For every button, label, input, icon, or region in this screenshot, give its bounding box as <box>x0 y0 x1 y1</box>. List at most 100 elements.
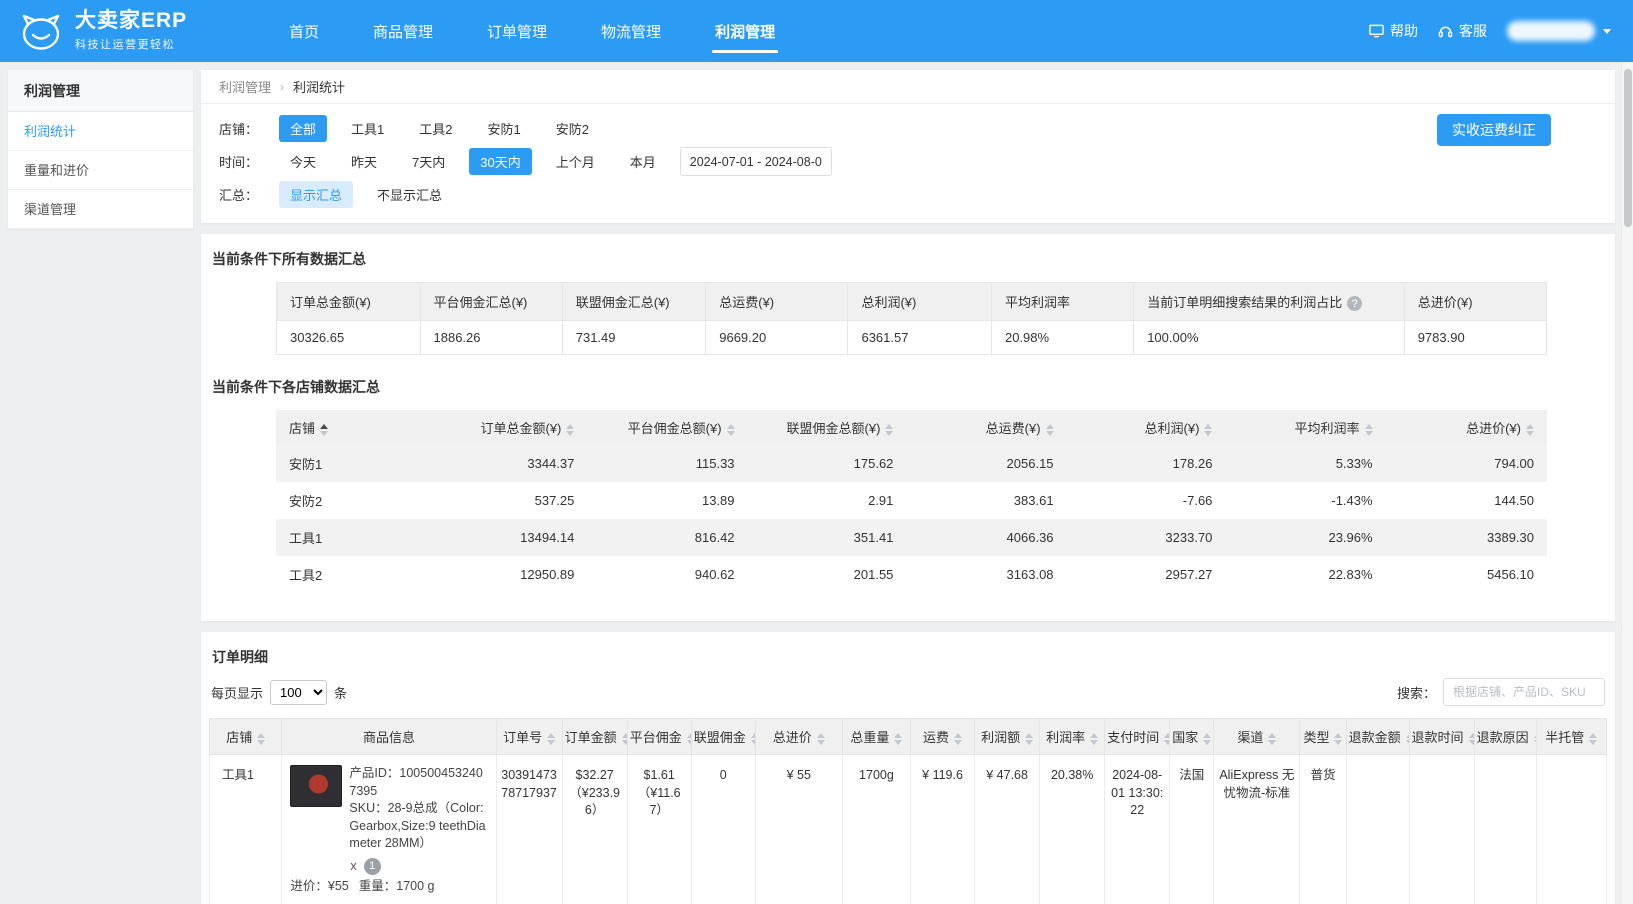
sort-icon[interactable] <box>686 732 691 745</box>
search-input[interactable] <box>1443 678 1605 707</box>
time-option-this-month[interactable]: 本月 <box>619 148 667 175</box>
sort-icon[interactable] <box>1164 732 1169 745</box>
purchase-price: 进价：¥55 <box>290 879 349 894</box>
nav-products[interactable]: 商品管理 <box>346 0 460 62</box>
column-label: 店铺 <box>226 730 253 746</box>
time-filter-label: 时间： <box>219 155 259 170</box>
scrollbar-thumb[interactable] <box>1624 69 1632 227</box>
top-header: 大卖家ERP 科技让运营更轻松 首页 商品管理 订单管理 物流管理 利润管理 帮… <box>0 0 1633 62</box>
sort-icon[interactable] <box>1526 423 1534 436</box>
column-label: 订单金额 <box>564 730 617 746</box>
sort-icon[interactable] <box>257 732 266 745</box>
time-option-30days[interactable]: 30天内 <box>469 148 532 175</box>
summary-option-hide[interactable]: 不显示汇总 <box>366 181 453 208</box>
sort-icon[interactable] <box>885 423 894 436</box>
table-row: 安防1 3344.37 115.33 175.62 2056.15 178.26… <box>276 445 1547 483</box>
help-label: 帮助 <box>1390 23 1418 39</box>
search-label: 搜索： <box>1396 685 1436 701</box>
sort-icon[interactable] <box>547 732 556 745</box>
time-option-today[interactable]: 今天 <box>279 148 327 175</box>
cell-pay-time: 2024-08-01 13:30:22 <box>1104 754 1171 904</box>
summary-option-show[interactable]: 显示汇总 <box>279 181 354 208</box>
summary-all-title: 当前条件下所有数据汇总 <box>212 251 366 267</box>
sort-icon[interactable] <box>894 732 903 745</box>
column-header-profit: 利润额 <box>974 718 1041 756</box>
cell-refund-reason <box>1473 754 1537 904</box>
shop-option-tool1[interactable]: 工具1 <box>340 115 395 142</box>
customer-service-link[interactable]: 客服 <box>1438 21 1487 41</box>
date-range-input[interactable] <box>679 147 832 176</box>
sort-icon[interactable] <box>1268 732 1277 745</box>
sidebar-item-profit-stats[interactable]: 利润统计 <box>8 112 193 151</box>
sort-icon[interactable] <box>1090 732 1099 745</box>
help-link[interactable]: 帮助 <box>1369 21 1418 41</box>
sidebar-item-channel-management[interactable]: 渠道管理 <box>8 190 193 229</box>
column-label: 国家 <box>1172 730 1199 746</box>
sort-icon[interactable] <box>1364 423 1373 436</box>
shop-option-tool2[interactable]: 工具2 <box>408 115 463 142</box>
vertical-scrollbar[interactable] <box>1621 62 1633 904</box>
column-label: 平台佣金 <box>629 730 682 746</box>
shop-option-security2[interactable]: 安防2 <box>545 115 600 142</box>
column-header-order-no: 订单号 <box>495 718 563 756</box>
sort-icon[interactable] <box>954 732 963 745</box>
product-thumbnail[interactable] <box>290 765 343 808</box>
sort-icon[interactable] <box>1334 732 1343 745</box>
page-size-select[interactable]: 100 <box>270 679 328 705</box>
cell-order-no: 3039147378717937 <box>495 754 563 904</box>
sort-icon[interactable] <box>726 423 735 436</box>
cell-affiliate-fee: 201.55 <box>853 567 894 583</box>
time-option-7days[interactable]: 7天内 <box>401 148 456 175</box>
shop-option-security1[interactable]: 安防1 <box>476 115 531 142</box>
nav-profit[interactable]: 利润管理 <box>688 0 802 62</box>
sort-icon[interactable] <box>1468 732 1474 745</box>
cell-shipping: 2056.15 <box>906 445 1067 483</box>
cell-shipping: 383.61 <box>1013 493 1054 509</box>
cell-cost: 144.50 <box>1494 493 1534 509</box>
cell-affiliate-fee: 0 <box>690 754 756 904</box>
product-info-cell: 产品ID：1005004532407395 SKU：28-9总成（Color:G… <box>281 754 497 904</box>
column-label: 当前订单明细搜索结果的利润占比 <box>1147 295 1343 310</box>
sort-icon[interactable] <box>1589 732 1598 745</box>
column-header-platform-fee: 平台佣金汇总(¥) <box>419 281 563 322</box>
user-account-menu[interactable] <box>1507 21 1611 41</box>
freight-correction-button[interactable]: 实收运费纠正 <box>1437 114 1551 146</box>
order-details-card: 订单明细 每页显示 100 条 搜索： 店铺 <box>201 632 1615 904</box>
time-option-yesterday[interactable]: 昨天 <box>340 148 388 175</box>
nav-logistics[interactable]: 物流管理 <box>574 0 688 62</box>
column-label: 利润额 <box>981 730 1021 746</box>
sort-icon[interactable] <box>1204 423 1213 436</box>
sidebar-item-weight-cost[interactable]: 重量和进价 <box>8 151 193 190</box>
sort-icon[interactable] <box>621 732 627 745</box>
cell-country: 法国 <box>1169 754 1215 904</box>
sort-icon[interactable] <box>816 732 825 745</box>
cell-profit-rate: 20.98% <box>990 320 1135 356</box>
breadcrumb-parent[interactable]: 利润管理 <box>219 77 271 96</box>
column-header-shipping: 总运费(¥) <box>705 281 849 322</box>
cell-affiliate-fee: 731.49 <box>561 320 707 356</box>
sort-icon[interactable] <box>1203 732 1212 745</box>
cell-order-total: 12950.89 <box>520 567 575 583</box>
column-header-profit-rate: 平均利润率 <box>990 281 1135 322</box>
shop-filter-label: 店铺： <box>219 122 259 137</box>
cell-shop: 工具1 <box>208 754 283 904</box>
shop-option-all[interactable]: 全部 <box>279 115 328 142</box>
column-header-order-total: 订单总金额(¥) <box>276 281 421 322</box>
sort-icon[interactable] <box>1405 732 1409 745</box>
cell-platform-fee: 115.33 <box>587 445 748 483</box>
nav-orders[interactable]: 订单管理 <box>460 0 574 62</box>
product-sku: SKU：28-9总成（Color:Gearbox,Size:9 teethDia… <box>349 801 486 851</box>
question-help-icon[interactable]: ? <box>1347 296 1363 312</box>
nav-home[interactable]: 首页 <box>262 0 346 62</box>
sort-icon[interactable] <box>750 732 755 745</box>
app-logo[interactable]: 大卖家ERP 科技让运营更轻松 <box>0 0 262 62</box>
column-label: 平台佣金总额(¥) <box>627 421 722 437</box>
time-option-last-month[interactable]: 上个月 <box>545 148 606 175</box>
column-header-cost: 总进价(¥) <box>1403 281 1548 322</box>
sort-icon[interactable] <box>566 423 575 436</box>
weight: 重量：1700 g <box>358 879 435 894</box>
column-header-total-weight: 总重量 <box>841 718 912 756</box>
sort-icon[interactable] <box>320 423 329 436</box>
sort-icon[interactable] <box>1045 423 1054 436</box>
sort-icon[interactable] <box>1025 732 1034 745</box>
